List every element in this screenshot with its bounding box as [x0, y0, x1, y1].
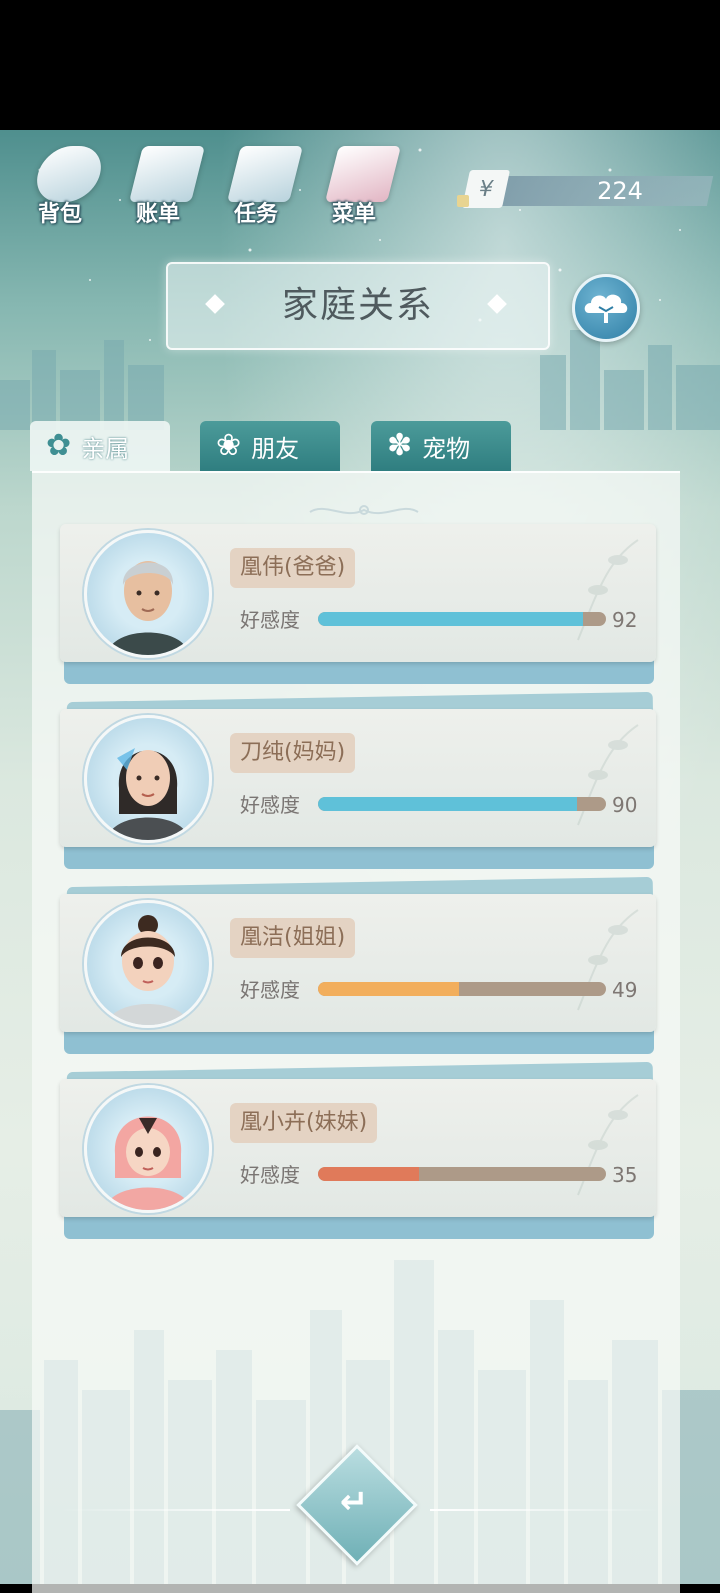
menu-bag-button[interactable]: 背包	[20, 140, 116, 232]
tab-relatives-label: 亲属	[81, 434, 130, 463]
menu-task-label: 任务	[233, 202, 278, 227]
tree-icon	[584, 294, 628, 323]
affinity-bar	[318, 797, 606, 811]
affinity-value: 92	[612, 608, 638, 632]
tab-friends[interactable]: ❀ 朋友	[200, 421, 340, 471]
avatar	[84, 900, 212, 1028]
page-title-box: 家庭关系	[166, 262, 550, 350]
back-arrow-icon: ↵	[339, 1482, 369, 1522]
affinity-label: 好感度	[240, 978, 300, 1002]
relation-card[interactable]: 凰小卉(妹妹) 好感度 35	[60, 1061, 660, 1243]
relation-card[interactable]: 刀纯(妈妈) 好感度 90	[60, 691, 660, 873]
relation-name: 凰伟(爸爸)	[230, 548, 356, 588]
menu-menu-button[interactable]: 菜单	[314, 140, 410, 232]
affinity-bar	[318, 612, 606, 626]
menu-bill-label: 账单	[135, 202, 180, 227]
affinity-bar-fill	[318, 982, 460, 996]
scroll-ornament-icon	[309, 505, 419, 515]
affinity-label: 好感度	[240, 1163, 300, 1187]
affinity-bar-fill	[318, 797, 578, 811]
family-tree-button[interactable]	[572, 274, 640, 342]
flower-icon: ❀	[216, 428, 242, 463]
flower-icon: ✽	[387, 428, 413, 463]
little-sister-portrait-icon	[105, 1116, 191, 1210]
menu-task-button[interactable]: 任务	[216, 140, 312, 232]
bag-icon	[31, 146, 107, 202]
avatar	[84, 1085, 212, 1213]
avatar	[84, 530, 212, 658]
status-bar	[0, 0, 720, 130]
tab-friends-label: 朋友	[251, 434, 300, 463]
divider-line	[430, 1509, 660, 1511]
tab-pets[interactable]: ✽ 宠物	[371, 421, 511, 471]
tab-pets-label: 宠物	[422, 434, 471, 463]
relation-name: 凰小卉(妹妹)	[230, 1103, 378, 1143]
task-icon	[227, 146, 303, 202]
affinity-bar-fill	[318, 1167, 419, 1181]
relation-card[interactable]: 凰洁(姐姐) 好感度 49	[60, 876, 660, 1058]
father-portrait-icon	[107, 561, 189, 655]
affinity-value: 90	[612, 793, 638, 817]
mother-portrait-icon	[107, 748, 189, 840]
menu-bag-label: 背包	[37, 202, 82, 227]
affinity-label: 好感度	[240, 608, 300, 632]
affinity-bar	[318, 982, 606, 996]
affinity-bar	[318, 1167, 606, 1181]
currency-icon: ¥	[461, 170, 511, 208]
affinity-label: 好感度	[240, 793, 300, 817]
relation-name: 刀纯(妈妈)	[230, 733, 356, 773]
avatar	[84, 715, 212, 843]
menu-menu-label: 菜单	[331, 202, 376, 227]
divider-line	[60, 1509, 290, 1511]
affinity-value: 35	[612, 1163, 638, 1187]
tab-relatives[interactable]: ✿ 亲属	[30, 421, 170, 471]
flower-icon: ✿	[46, 428, 72, 463]
menu-bill-button[interactable]: 账单	[118, 140, 214, 232]
bill-icon	[129, 146, 205, 202]
menu-icon	[325, 146, 401, 202]
affinity-value: 49	[612, 978, 638, 1002]
relation-card[interactable]: 凰伟(爸爸) 好感度 92	[60, 524, 660, 688]
coin-icon	[457, 195, 469, 207]
relation-name: 凰洁(姐姐)	[230, 918, 356, 958]
affinity-bar-fill	[318, 612, 583, 626]
currency-value: 224	[597, 177, 643, 205]
sister-portrait-icon	[107, 915, 189, 1025]
